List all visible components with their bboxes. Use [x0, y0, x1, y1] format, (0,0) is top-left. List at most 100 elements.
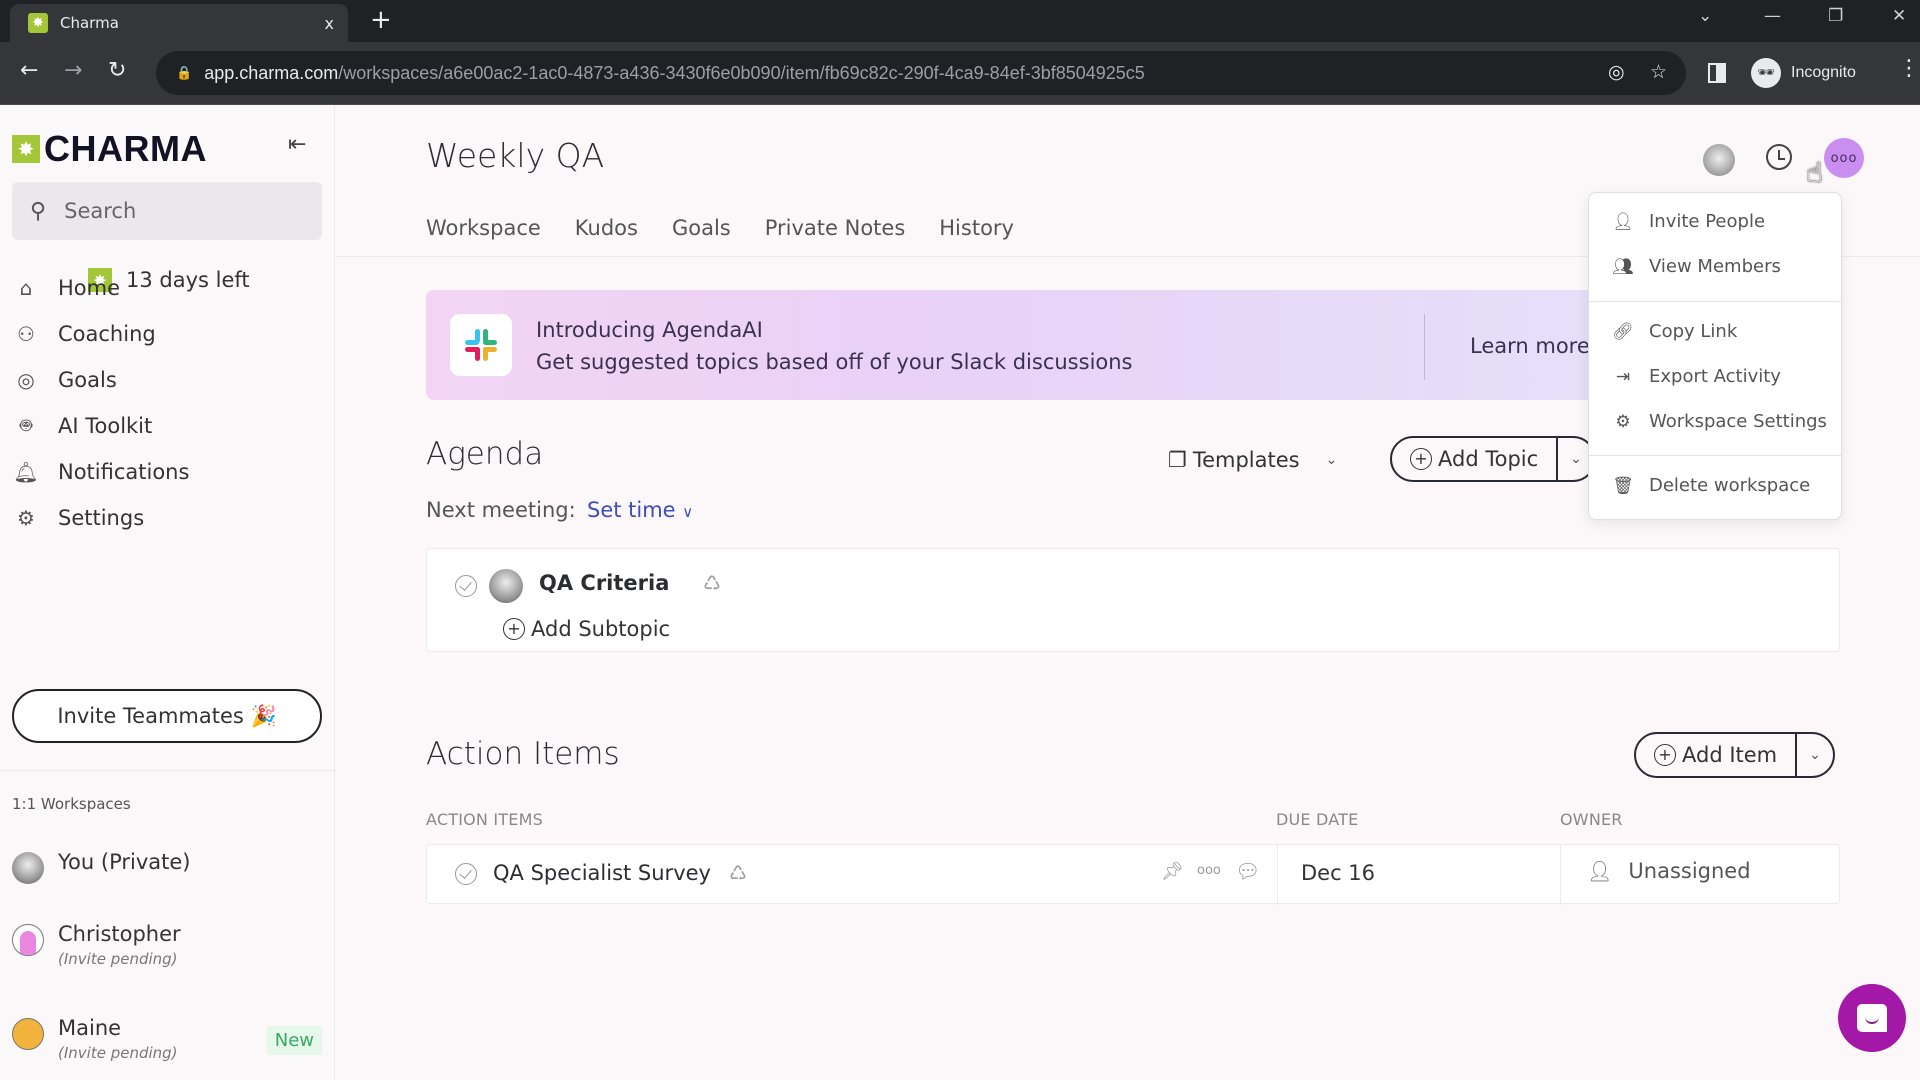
lock-icon: 🔒 — [176, 65, 193, 81]
search-box[interactable]: ⚲ — [12, 182, 322, 240]
add-item-options-chevron-icon[interactable]: ⌄ — [1797, 747, 1833, 763]
bookmark-star-icon[interactable]: ☆ — [1650, 61, 1667, 83]
back-icon[interactable]: ← — [20, 58, 38, 83]
collapse-sidebar-icon[interactable]: ⇤ — [288, 132, 306, 157]
close-window-icon[interactable]: ✕ — [1892, 6, 1906, 26]
new-tab-button[interactable]: + — [370, 6, 392, 34]
brand-name: CHARMA — [44, 128, 207, 169]
reload-icon[interactable]: ↻ — [108, 58, 126, 83]
sidebar: ✸ CHARMA ⇤ ⚲ ✸ 13 days left ⌂ Home ⚇ Coa… — [0, 106, 335, 1080]
workspace-item[interactable]: Christopher (Invite pending) — [12, 922, 322, 968]
sidebar-item-label: Coaching — [58, 322, 156, 346]
topic-title[interactable]: QA Criteria — [539, 571, 669, 595]
browser-menu-icon[interactable]: ⋮ — [1898, 56, 1920, 81]
banner-divider — [1424, 314, 1425, 380]
tab-search-chevron-icon[interactable]: ⌄ — [1698, 6, 1712, 26]
support-chat-button[interactable] — [1838, 984, 1906, 1052]
more-options-icon[interactable]: ooo — [1197, 863, 1221, 878]
due-date[interactable]: Dec 16 — [1301, 861, 1375, 885]
add-subtopic-button[interactable]: + Add Subtopic — [503, 617, 670, 641]
trash-icon: 🗑︎ — [1612, 475, 1634, 496]
url-host: app.charma.com — [204, 62, 339, 83]
action-item-complete-checkbox[interactable] — [455, 863, 477, 885]
gear-icon: ⚙ — [1615, 411, 1631, 432]
robot-icon: 🤖︎ — [20, 413, 32, 437]
close-tab-icon[interactable]: x — [325, 14, 334, 33]
menu-item-export-activity[interactable]: ⇥ Export Activity — [1611, 366, 1781, 387]
tab-history[interactable]: History — [939, 216, 1014, 240]
more-options-button[interactable]: ooo — [1824, 138, 1864, 178]
sidebar-item-ai-toolkit[interactable]: 🤖︎ AI Toolkit — [12, 404, 322, 448]
workspace-name: You (Private) — [58, 850, 191, 874]
add-topic-button[interactable]: + Add Topic — [1392, 438, 1559, 480]
recurring-icon[interactable]: ♺ — [703, 571, 721, 595]
side-panel-icon[interactable] — [1708, 63, 1726, 83]
search-input[interactable] — [64, 199, 305, 223]
new-badge: New — [266, 1026, 322, 1055]
export-icon: ⇥ — [1615, 366, 1631, 387]
workspace-name: Christopher — [58, 922, 181, 946]
tab-workspace[interactable]: Workspace — [426, 216, 541, 240]
set-time-dropdown[interactable]: Set time ∨ — [587, 498, 693, 522]
tab-private-notes[interactable]: Private Notes — [765, 216, 906, 240]
menu-item-delete-workspace[interactable]: 🗑︎ Delete workspace — [1611, 475, 1810, 496]
history-clock-icon[interactable] — [1766, 144, 1792, 170]
add-topic-split-button: + Add Topic ⌄ — [1390, 436, 1596, 482]
add-topic-label: Add Topic — [1438, 447, 1539, 471]
plus-circle-icon: + — [1654, 744, 1676, 766]
sidebar-item-home[interactable]: ⌂ Home — [12, 266, 322, 310]
menu-item-workspace-settings[interactable]: ⚙ Workspace Settings — [1611, 411, 1827, 432]
templates-dropdown[interactable]: ❐ Templates ⌄ — [1168, 448, 1337, 472]
browser-tab-bar: ✸ Charma x + ⌄ — ❐ ✕ — [0, 0, 1920, 42]
templates-icon: ❐ — [1168, 448, 1187, 472]
target-icon: ◎ — [17, 368, 35, 392]
topic-complete-checkbox[interactable] — [455, 575, 477, 597]
owner-avatar[interactable] — [1703, 144, 1735, 176]
sidebar-item-label: AI Toolkit — [58, 414, 153, 438]
sidebar-item-settings[interactable]: ⚙ Settings — [12, 496, 322, 540]
incognito-profile-button[interactable]: 🕶 Incognito — [1745, 51, 1885, 95]
menu-item-label: Workspace Settings — [1649, 411, 1827, 432]
sidebar-item-goals[interactable]: ◎ Goals — [12, 358, 322, 402]
action-item-title[interactable]: QA Specialist Survey — [493, 861, 711, 885]
learn-more-link[interactable]: Learn more — [1470, 334, 1590, 358]
set-time-label: Set time — [587, 498, 676, 522]
workspace-status: (Invite pending) — [58, 1044, 178, 1062]
tracking-protection-eye-off-icon[interactable]: ◎ — [1608, 61, 1625, 83]
action-items-title: Action Items — [426, 736, 620, 772]
comment-icon[interactable]: 💬︎ — [1235, 859, 1260, 883]
menu-item-view-members[interactable]: 👥︎ View Members — [1611, 256, 1781, 277]
browser-tab[interactable]: ✸ Charma x — [10, 4, 348, 42]
forward-icon[interactable]: → — [64, 58, 82, 83]
invite-teammates-button[interactable]: Invite Teammates 🎉 — [12, 689, 322, 743]
recurring-icon[interactable]: ♺ — [729, 861, 747, 885]
agendaai-banner: Introducing AgendaAI Get suggested topic… — [426, 290, 1772, 400]
url-field[interactable]: 🔒 app.charma.com/workspaces/a6e00ac2-1ac… — [156, 51, 1686, 95]
charma-logo-icon: ✸ — [12, 135, 40, 163]
menu-item-invite-people[interactable]: 👤︎ Invite People — [1611, 211, 1765, 232]
coaching-whistle-icon: ⚇ — [17, 322, 35, 346]
pin-icon[interactable]: 📌︎ — [1161, 861, 1184, 882]
sidebar-item-notifications[interactable]: 🔔︎ Notifications — [12, 450, 322, 494]
menu-item-copy-link[interactable]: 🔗︎ Copy Link — [1611, 321, 1737, 342]
incognito-icon: 🕶 — [1751, 58, 1781, 88]
sidebar-item-label: Notifications — [58, 460, 190, 484]
address-bar-row: ← → ↻ 🔒 app.charma.com/workspaces/a6e00a… — [0, 42, 1920, 105]
workspace-item[interactable]: Maine (Invite pending) New — [12, 1016, 322, 1062]
slack-logo-icon — [450, 314, 512, 376]
menu-item-label: Export Activity — [1649, 366, 1781, 387]
tab-kudos[interactable]: Kudos — [575, 216, 638, 240]
add-item-button[interactable]: + Add Item — [1636, 734, 1798, 776]
incognito-label: Incognito — [1791, 64, 1856, 81]
charma-logo[interactable]: ✸ CHARMA — [12, 128, 207, 170]
owner-picker[interactable]: 👤︎ Unassigned — [1587, 859, 1751, 883]
sidebar-item-label: Settings — [58, 506, 145, 530]
avatar — [12, 852, 44, 884]
minimize-icon[interactable]: — — [1764, 6, 1781, 26]
sidebar-item-coaching[interactable]: ⚇ Coaching — [12, 312, 322, 356]
add-item-split-button: + Add Item ⌄ — [1634, 732, 1835, 778]
workspace-item[interactable]: You (Private) — [12, 850, 322, 884]
charma-favicon-icon: ✸ — [28, 13, 48, 33]
restore-icon[interactable]: ❐ — [1828, 6, 1843, 26]
tab-goals[interactable]: Goals — [672, 216, 731, 240]
